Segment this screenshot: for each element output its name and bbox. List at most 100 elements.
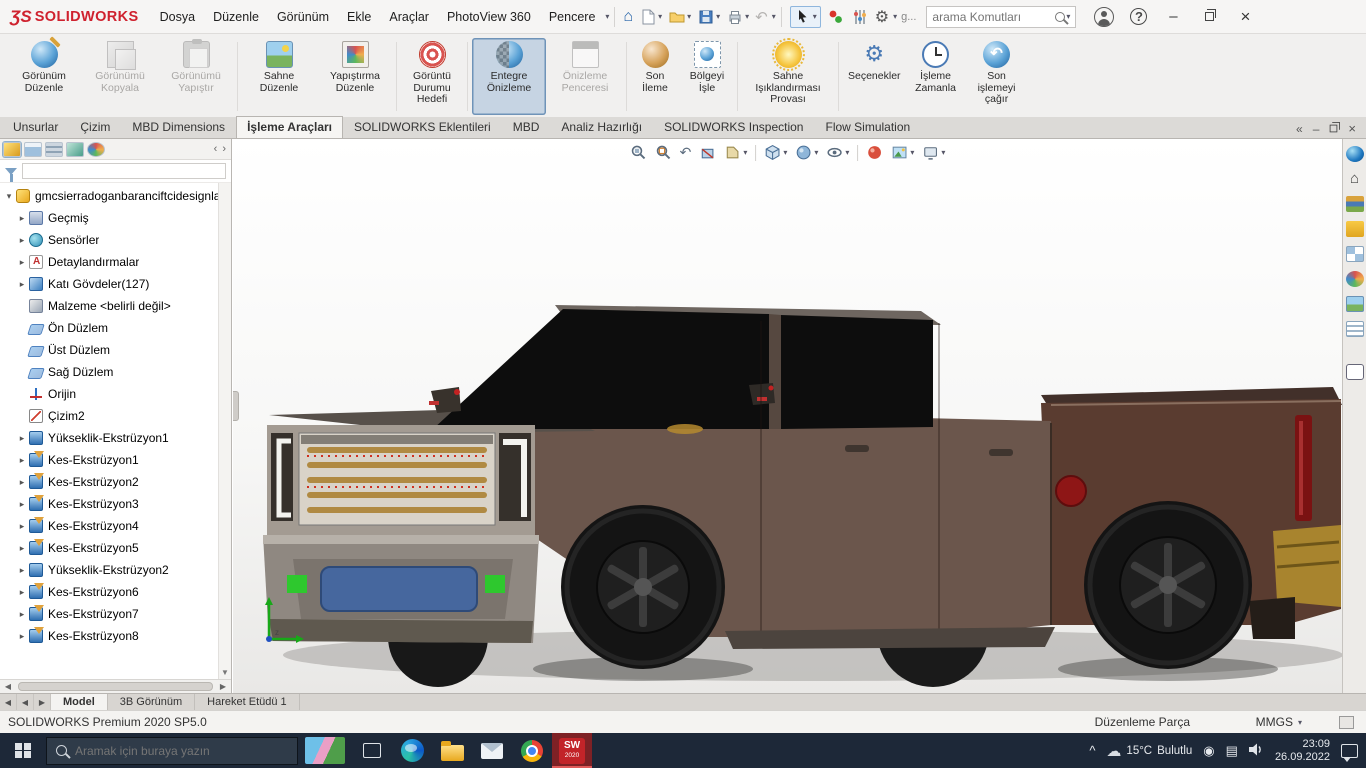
command-search-box[interactable]: ▾ (926, 6, 1076, 28)
tree-item-sag-duzlem[interactable]: Sağ Düzlem (0, 361, 231, 383)
search-caret-icon[interactable]: ▾ (1066, 12, 1070, 21)
ribbon-button-goruntu-durumu-hedefi[interactable]: Görüntü Durumu Hedefi (401, 38, 463, 115)
edit-appearance-viewport-icon[interactable] (866, 144, 883, 161)
panel-tabs-left-icon[interactable]: ‹ (214, 143, 218, 155)
search-icon[interactable] (1055, 12, 1065, 22)
news-weather-widget[interactable] (305, 737, 345, 764)
ribbon-button-sahne-isiklandirmasi-provasi[interactable]: Sahne Işıklandırması Provası (742, 38, 834, 115)
menu-photoview360[interactable]: PhotoView 360 (438, 0, 540, 34)
tray-weather[interactable]: ☁ 15°C Bulutlu (1106, 742, 1192, 760)
caret-right-icon[interactable]: ▸ (16, 543, 28, 554)
menu-gorunum[interactable]: Görünüm (268, 0, 338, 34)
panel-tabs-right-icon[interactable]: › (222, 143, 226, 155)
undock-pane-icon[interactable]: « (1296, 122, 1303, 136)
taskbar-search-box[interactable] (46, 737, 298, 765)
section-view-icon[interactable] (699, 144, 716, 161)
hidden-icons-chevron[interactable]: ^ (1089, 743, 1095, 758)
tree-item-kes-ekstruzyon7[interactable]: ▸Kes-Ekstrüzyon7 (0, 603, 231, 625)
hide-show-items-icon[interactable]: ▾ (826, 144, 849, 161)
taskbar-app-file-explorer[interactable] (432, 733, 472, 768)
doc-minimize-icon[interactable]: – (1313, 122, 1320, 136)
options-caret-icon[interactable]: ▾ (893, 12, 897, 21)
dimxpert-manager-tab-icon[interactable] (66, 142, 84, 157)
close-button[interactable]: × (1227, 2, 1263, 32)
tree-item-kati-govdeler[interactable]: ▸Katı Gövdeler(127) (0, 273, 231, 295)
tree-item-sensorler[interactable]: ▸Sensörler (0, 229, 231, 251)
tray-status-icon-1[interactable]: ◉ (1203, 743, 1214, 759)
view-palette-icon[interactable] (1346, 246, 1364, 262)
save-icon[interactable]: ▾ (695, 4, 722, 30)
menu-duzenle[interactable]: Düzenle (204, 0, 268, 34)
property-manager-tab-icon[interactable] (24, 142, 42, 157)
design-library-icon[interactable] (1346, 196, 1364, 212)
start-button[interactable] (0, 733, 46, 768)
tree-item-detaylandirmalar[interactable]: ▸Detaylandırmalar (0, 251, 231, 273)
caret-right-icon[interactable]: ▸ (16, 433, 28, 444)
tab-mbd[interactable]: MBD (502, 116, 551, 138)
tab-hareket-etudu[interactable]: Hareket Etüdü 1 (195, 694, 300, 710)
scenes-icon[interactable] (1346, 296, 1364, 312)
tree-item-cizim2[interactable]: Çizim2 (0, 405, 231, 427)
caret-right-icon[interactable]: ▸ (16, 565, 28, 576)
ribbon-button-bolgeyi-isle[interactable]: Bölgeyi İşle (681, 38, 733, 115)
tree-item-yukseklik-ekstruzyon1[interactable]: ▸Yükseklik-Ekstrüzyon1 (0, 427, 231, 449)
tab-solidworks-inspection[interactable]: SOLIDWORKS Inspection (653, 116, 814, 138)
select-tool-button[interactable]: ▾ (790, 6, 821, 28)
panel-splitter-grip[interactable] (233, 391, 239, 421)
tree-root-item[interactable]: ▾gmcsierradoganbaranciftcidesignla (0, 185, 231, 207)
toolbar-overflow-label[interactable]: g... (901, 11, 916, 23)
caret-right-icon[interactable]: ▸ (16, 609, 28, 620)
tree-item-kes-ekstruzyon2[interactable]: ▸Kes-Ekstrüzyon2 (0, 471, 231, 493)
tree-item-kes-ekstruzyon5[interactable]: ▸Kes-Ekstrüzyon5 (0, 537, 231, 559)
taskbar-app-edge[interactable] (392, 733, 432, 768)
ribbon-button-sahne-duzenle[interactable]: Sahne Düzenle (242, 38, 316, 115)
tree-vertical-scrollbar[interactable]: ▼ (218, 183, 231, 679)
home-icon[interactable]: ⌂ (1346, 171, 1364, 187)
taskbar-clock[interactable]: 23:09 26.09.2022 (1275, 738, 1330, 764)
tray-status-icon-2[interactable]: ▤ (1226, 743, 1238, 759)
zoom-area-icon[interactable] (655, 144, 672, 161)
caret-right-icon[interactable]: ▸ (16, 257, 28, 268)
appearances-icon[interactable] (1346, 271, 1364, 287)
task-view-icon[interactable] (363, 743, 381, 758)
menu-araclar[interactable]: Araçlar (380, 0, 438, 34)
doc-restore-icon[interactable] (1330, 125, 1338, 133)
scroll-left-icon[interactable]: ◀ (0, 682, 16, 691)
notification-center-icon[interactable] (1341, 744, 1358, 758)
tab-3b-gorunum[interactable]: 3B Görünüm (108, 694, 195, 710)
tab-cizim[interactable]: Çizim (69, 116, 121, 138)
tabs-next-icon[interactable]: ▶ (34, 694, 51, 710)
zoom-fit-icon[interactable] (630, 144, 647, 161)
menu-dosya[interactable]: Dosya (151, 0, 204, 34)
view-orientation-icon[interactable]: ▾ (764, 144, 787, 161)
units-dropdown[interactable]: MMGS▾ (1256, 715, 1302, 729)
caret-right-icon[interactable]: ▸ (16, 477, 28, 488)
tree-item-malzeme[interactable]: Malzeme <belirli değil> (0, 295, 231, 317)
ribbon-button-son-ileme[interactable]: Son İleme (631, 38, 679, 115)
previous-view-icon[interactable]: ↶ (680, 144, 692, 161)
caret-right-icon[interactable]: ▸ (16, 499, 28, 510)
menu-overflow-caret-icon[interactable]: ▾ (605, 12, 609, 21)
evaluate-icon[interactable] (849, 4, 871, 30)
caret-right-icon[interactable]: ▸ (16, 279, 28, 290)
ribbon-button-son-islemeyi-cagir[interactable]: ↶Son işlemeyi çağır (966, 38, 1028, 115)
menu-ekle[interactable]: Ekle (338, 0, 380, 34)
configuration-manager-tab-icon[interactable] (45, 142, 63, 157)
options-gear-icon[interactable]: ⚙ (873, 4, 891, 30)
tab-model[interactable]: Model (51, 694, 108, 710)
print-icon[interactable]: ▾ (724, 4, 751, 30)
tree-item-kes-ekstruzyon4[interactable]: ▸Kes-Ekstrüzyon4 (0, 515, 231, 537)
tree-horizontal-scrollbar[interactable]: ◀ ▶ (0, 679, 231, 693)
tree-item-kes-ekstruzyon3[interactable]: ▸Kes-Ekstrüzyon3 (0, 493, 231, 515)
taskbar-search-input[interactable] (75, 744, 288, 758)
tree-item-kes-ekstruzyon8[interactable]: ▸Kes-Ekstrüzyon8 (0, 625, 231, 647)
caret-right-icon[interactable]: ▸ (16, 631, 28, 642)
scroll-right-icon[interactable]: ▶ (215, 682, 231, 691)
apply-scene-icon[interactable]: ▾ (891, 144, 914, 161)
restore-button[interactable] (1191, 2, 1227, 32)
display-states-icon[interactable] (825, 4, 847, 30)
file-explorer-icon[interactable] (1346, 221, 1364, 237)
tab-isleme-araclari[interactable]: İşleme Araçları (236, 116, 343, 138)
caret-right-icon[interactable]: ▸ (16, 455, 28, 466)
ribbon-button-secenekler[interactable]: ⚙Seçenekler (843, 38, 906, 115)
